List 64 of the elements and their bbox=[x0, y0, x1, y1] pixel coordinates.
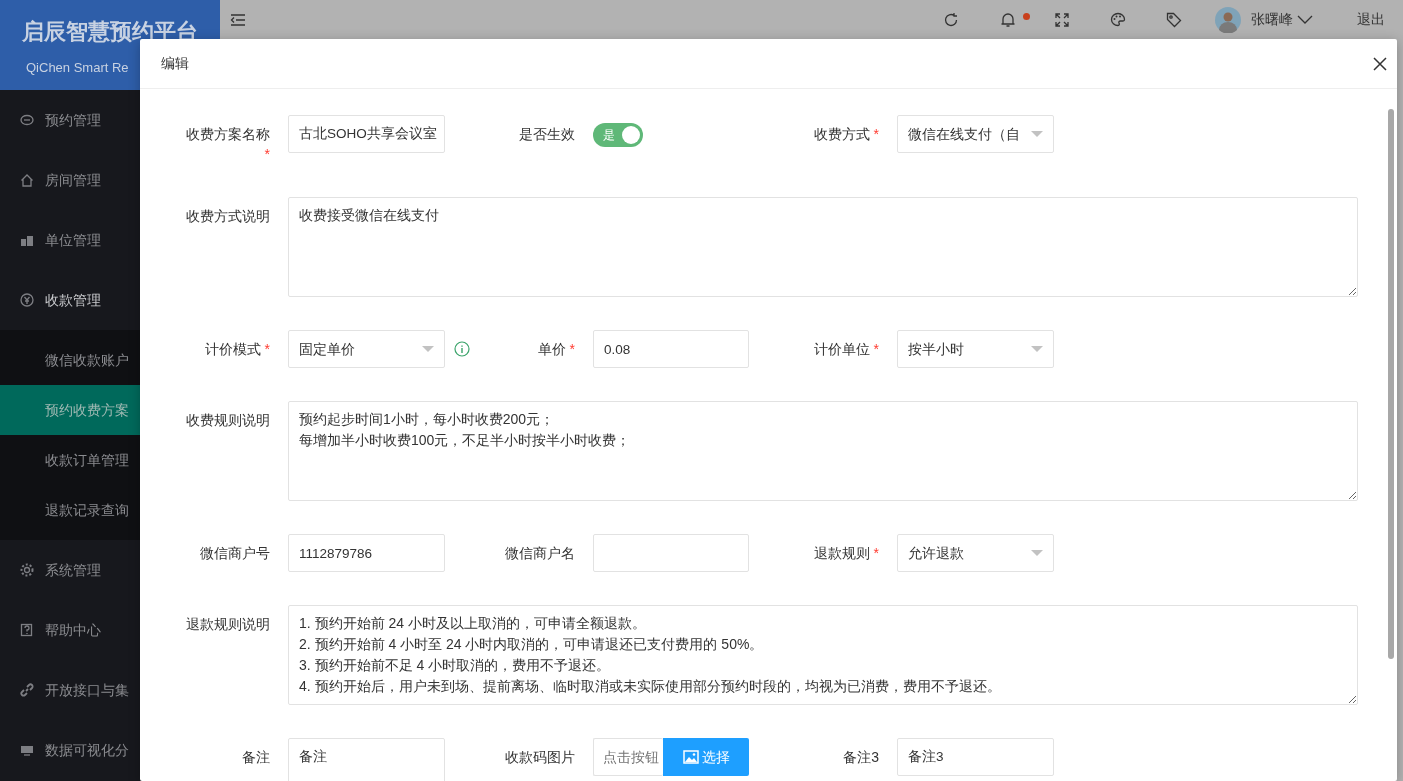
required-mark: * bbox=[873, 341, 879, 357]
field-label: 备注3 bbox=[843, 749, 879, 765]
fullscreen-icon[interactable] bbox=[1054, 11, 1070, 28]
image-icon bbox=[682, 750, 699, 764]
monitor-icon bbox=[20, 743, 34, 757]
field-label: 备注 bbox=[242, 749, 270, 765]
select-field[interactable]: 固定单价 bbox=[288, 330, 445, 368]
text-area[interactable]: 1. 预约开始前 24 小时及以上取消的，可申请全额退款。 2. 预约开始前 4 小时至 24 小时内取消的，可申请退还已支付费用的 50%。 3. 预约开始前不足 4 小时取消的，费用不予退还。 4. 预约开始后，用户未到场、提前离场、临时取消或未实际使用部分预约时段的，均视为已消费，费用不予退还。 bbox=[288, 605, 1358, 705]
info-icon[interactable] bbox=[454, 341, 470, 357]
brand-subtitle: QiChen Smart Re bbox=[26, 59, 129, 77]
building-icon bbox=[20, 233, 34, 247]
sidebar-item[interactable]: 数据可视化分 bbox=[0, 720, 220, 780]
settings-icon bbox=[20, 563, 34, 577]
input-field[interactable]: 0.08 bbox=[593, 330, 749, 368]
field-label: 微信商户号 bbox=[200, 545, 270, 561]
tag-icon[interactable] bbox=[1166, 11, 1182, 28]
select-field[interactable]: 允许退款 bbox=[897, 534, 1054, 572]
required-mark: * bbox=[873, 126, 879, 142]
input-field[interactable]: 1112879786 bbox=[288, 534, 445, 572]
caret-icon bbox=[1031, 346, 1043, 352]
user-name[interactable]: 张曙峰 bbox=[1251, 9, 1293, 30]
field-label: 微信商户名 bbox=[505, 545, 575, 561]
select-field[interactable]: 微信在线支付（自 bbox=[897, 115, 1054, 153]
field-label: 退款规则说明 bbox=[186, 616, 270, 632]
field-label: 收费方式说明 bbox=[186, 208, 270, 224]
refresh-icon[interactable] bbox=[943, 11, 959, 28]
home-icon bbox=[20, 173, 34, 187]
text-area[interactable]: 收费接受微信在线支付 bbox=[288, 197, 1358, 297]
field-label: 收款码图片 bbox=[505, 749, 575, 765]
input-field[interactable] bbox=[593, 534, 749, 572]
field-label: 收费方式 bbox=[813, 126, 870, 142]
help-icon bbox=[20, 623, 34, 637]
chevron-down-icon[interactable] bbox=[1297, 14, 1313, 25]
field-label: 计价单位 bbox=[813, 341, 870, 357]
field-label: 单价 bbox=[537, 341, 566, 357]
menu-icon[interactable] bbox=[230, 11, 246, 28]
dialog-title: 编辑 bbox=[161, 54, 189, 73]
field-label: 退款规则 bbox=[813, 545, 870, 561]
input-field[interactable]: 点击按钮 bbox=[593, 738, 663, 776]
input-field[interactable]: 备注3 bbox=[897, 738, 1054, 776]
field-label: 计价模式 bbox=[204, 341, 261, 357]
required-mark: * bbox=[569, 341, 575, 357]
caret-icon bbox=[422, 346, 434, 352]
input-field[interactable]: 古北SOHO共享会议室 bbox=[288, 115, 445, 153]
required-mark: * bbox=[264, 341, 270, 357]
field-label: 收费方案名称 bbox=[186, 126, 270, 142]
close-icon[interactable] bbox=[1373, 56, 1387, 71]
caret-icon bbox=[1031, 550, 1043, 556]
link-icon bbox=[20, 683, 34, 697]
select-field[interactable]: 按半小时 bbox=[897, 330, 1054, 368]
sidebar-item[interactable]: 开放接口与集 bbox=[0, 660, 220, 720]
sidebar-item[interactable]: 房间管理 bbox=[0, 150, 220, 210]
palette-icon[interactable] bbox=[1110, 11, 1126, 28]
yen-icon bbox=[20, 293, 34, 307]
text-area[interactable]: 备注 bbox=[288, 738, 445, 781]
required-mark: * bbox=[873, 545, 879, 561]
bell-icon[interactable] bbox=[1000, 11, 1016, 28]
field-label: 是否生效 bbox=[519, 126, 575, 142]
required-mark: * bbox=[264, 146, 270, 162]
logout-link[interactable]: 退出 bbox=[1357, 9, 1385, 30]
text-area[interactable]: 预约起步时间1小时，每小时收费200元； 每增加半小时收费100元，不足半小时按半小时收费； bbox=[288, 401, 1358, 501]
caret-icon bbox=[1031, 131, 1043, 137]
chat-icon bbox=[20, 113, 34, 127]
sidebar-item[interactable]: 收款管理 bbox=[0, 270, 220, 330]
